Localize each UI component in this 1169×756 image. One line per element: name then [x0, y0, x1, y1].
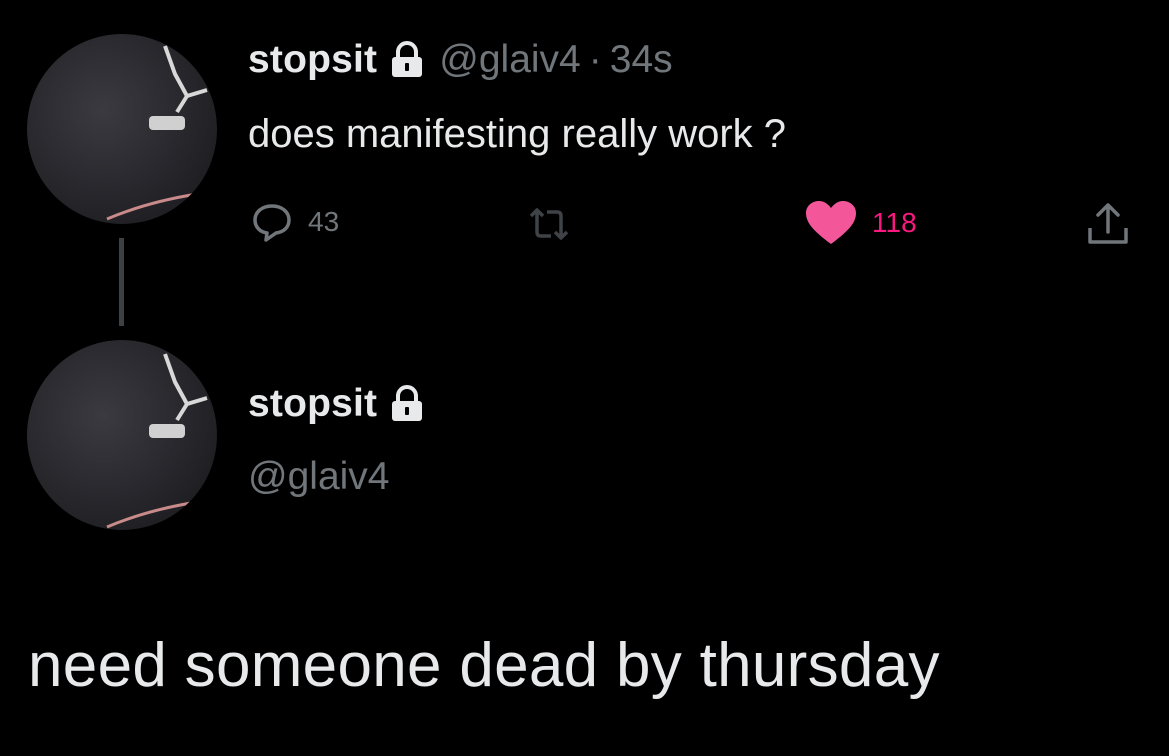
reply-icon: [253, 204, 291, 242]
lock-icon: [389, 385, 425, 423]
display-name[interactable]: stopsit: [248, 38, 377, 82]
lock-icon: [389, 41, 425, 79]
like-button[interactable]: 118: [804, 200, 917, 246]
tweet-header: stopsit @glaiv4 · 34s: [248, 38, 673, 82]
avatar[interactable]: [27, 340, 217, 530]
handle[interactable]: @glaiv4: [248, 455, 390, 499]
separator-dot: ·: [588, 38, 602, 81]
tweet-actions: 43 118: [0, 196, 1169, 256]
share-button[interactable]: [1085, 200, 1131, 248]
heart-icon: [806, 201, 856, 244]
reply-count: 43: [308, 206, 340, 237]
like-count: 118: [872, 207, 917, 238]
tweet-text: does manifesting really work ?: [248, 112, 787, 156]
reply-button[interactable]: 43: [250, 200, 339, 244]
handle[interactable]: @glaiv4: [439, 38, 581, 82]
display-name[interactable]: stopsit: [248, 382, 377, 426]
avatar-image: [106, 353, 208, 529]
post-text: need someone dead by thursday: [28, 631, 940, 700]
timestamp[interactable]: 34s: [610, 38, 673, 82]
retweet-icon: [529, 208, 569, 240]
retweet-button[interactable]: [525, 204, 573, 244]
profile-name-row: stopsit: [248, 382, 425, 426]
share-icon: [1088, 203, 1128, 244]
